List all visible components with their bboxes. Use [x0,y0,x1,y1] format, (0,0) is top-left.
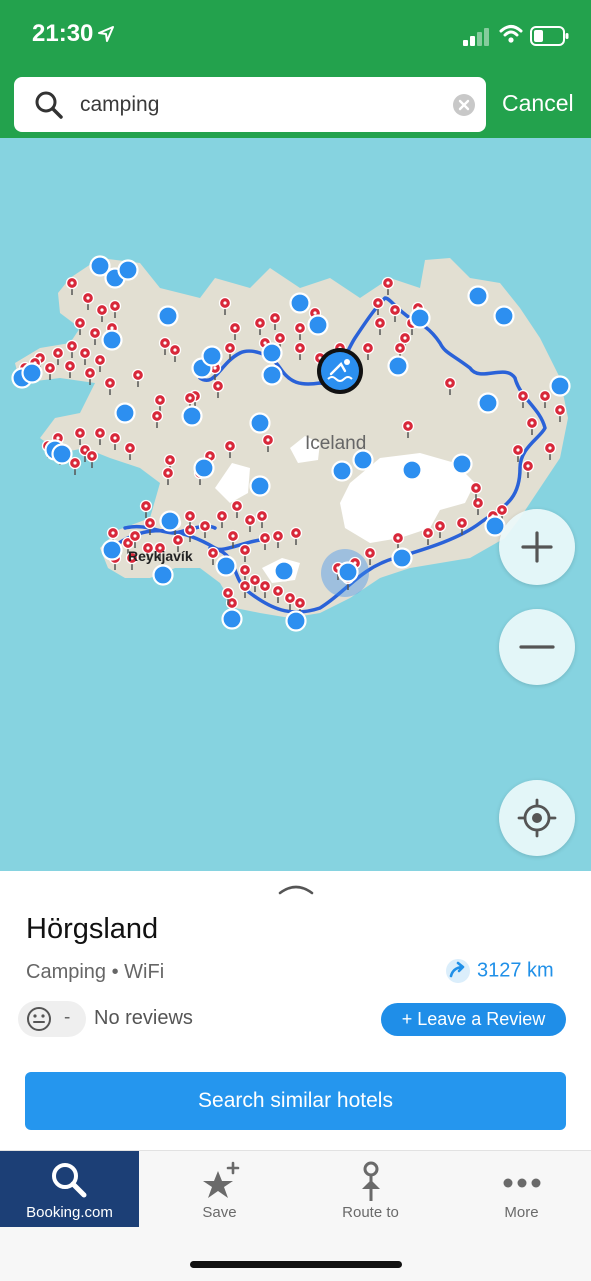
poi-marker[interactable] [249,412,271,434]
poi-marker[interactable] [181,405,203,427]
distance[interactable]: 3127 km [445,958,554,984]
search-input[interactable] [80,77,440,132]
poi-marker[interactable] [409,307,431,329]
country-label: Iceland [305,433,367,454]
camping-pin[interactable] [68,456,82,476]
poi-marker[interactable] [159,510,181,532]
poi-marker[interactable] [273,560,295,582]
status-time: 21:30 [32,20,94,47]
poi-marker[interactable] [101,329,123,351]
direction-arrow-icon [446,959,470,983]
map-canvas [11,255,571,632]
cancel-button[interactable]: Cancel [502,90,574,117]
tab-label: Booking.com [26,1204,113,1221]
poi-marker[interactable] [477,392,499,414]
poi-marker[interactable] [307,314,329,336]
star-plus-icon [203,1161,240,1198]
cellular-signal-icon [463,28,489,46]
poi-marker[interactable] [289,292,311,314]
tab-bar: Booking.com Save Route to More [0,1150,591,1281]
distance-value: 3127 km [477,959,554,982]
poi-marker[interactable] [261,342,283,364]
poi-marker[interactable] [493,305,515,327]
poi-marker[interactable] [451,453,473,475]
search-icon [35,91,63,119]
poi-marker[interactable] [215,555,237,577]
poi-marker[interactable] [117,259,139,281]
camping-pin[interactable] [139,499,153,519]
poi-marker[interactable] [467,285,489,307]
swimming-pool-marker[interactable] [317,348,363,394]
zoom-in-button[interactable] [499,509,575,585]
city-label: Reykjavík [128,548,193,564]
sheet-handle-chevron-up-icon[interactable] [278,881,314,895]
wifi-icon [499,25,523,43]
leave-review-button[interactable]: + Leave a Review [381,1003,566,1036]
search-similar-hotels-button[interactable]: Search similar hotels [25,1072,566,1130]
poi-marker[interactable] [549,375,571,397]
poi-marker[interactable] [331,460,353,482]
route-icon [362,1161,380,1201]
poi-marker[interactable] [193,457,215,479]
plus-icon [521,531,553,563]
poi-marker[interactable] [401,459,423,481]
tab-save[interactable]: Save [150,1151,289,1227]
home-indicator [190,1261,402,1268]
poi-marker[interactable] [101,539,123,561]
map-view[interactable]: Iceland Reykjavík [0,138,591,871]
search-icon [52,1163,87,1198]
minus-icon [519,645,555,649]
tab-booking[interactable]: Booking.com [0,1151,139,1227]
tab-route-to[interactable]: Route to [301,1151,440,1227]
tab-label: Route to [342,1204,399,1221]
tab-more[interactable]: More [452,1151,591,1227]
place-tags: Camping • WiFi [26,961,165,983]
rating-pill: - [18,1001,86,1037]
more-icon [503,1178,541,1188]
smiley-icon [27,1007,51,1031]
poi-marker[interactable] [221,608,243,630]
poi-marker[interactable] [285,610,307,632]
battery-icon [530,26,569,46]
poi-marker[interactable] [51,443,73,465]
rating-value: - [64,1007,71,1028]
poi-marker[interactable] [391,547,413,569]
status-bar: 21:30 [0,0,591,72]
location-arrow-icon [98,26,114,42]
clear-search-icon[interactable] [452,93,476,117]
my-location-button[interactable] [499,780,575,856]
top-bar: 21:30 Cancel [0,0,591,138]
camping-pin[interactable] [85,449,99,469]
poi-marker[interactable] [387,355,409,377]
search-bar[interactable] [14,77,486,132]
poi-marker[interactable] [337,561,359,583]
poi-marker[interactable] [152,564,174,586]
poi-marker[interactable] [261,364,283,386]
tab-label: Save [202,1204,237,1221]
place-details-sheet: Hörgsland Camping • WiFi 3127 km - No re… [0,871,591,1149]
zoom-out-button[interactable] [499,609,575,685]
tab-label: More [504,1204,539,1221]
reviews-count: No reviews [94,1007,193,1029]
poi-marker[interactable] [157,305,179,327]
poi-marker[interactable] [21,362,43,384]
poi-marker[interactable] [249,475,271,497]
crosshair-icon [517,798,557,838]
place-name: Hörgsland [26,913,159,945]
poi-marker[interactable] [201,345,223,367]
poi-marker[interactable] [114,402,136,424]
